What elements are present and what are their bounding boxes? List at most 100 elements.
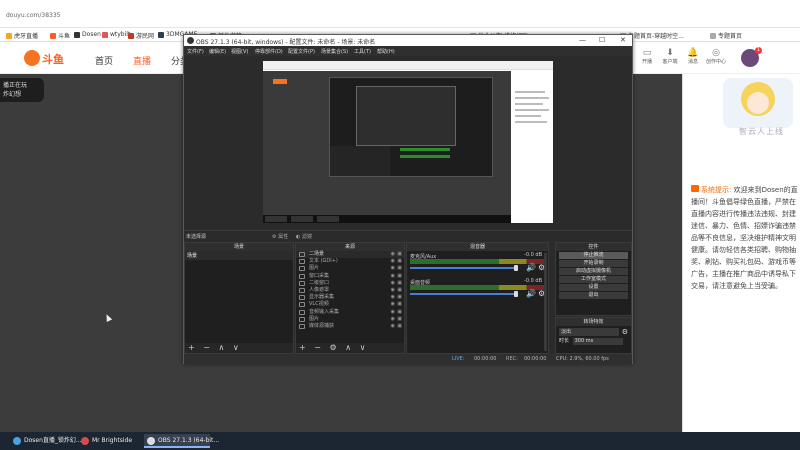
- preview-nested-inner: [356, 86, 456, 146]
- bookmark-label: 虎牙直播: [14, 33, 39, 40]
- lock-icon[interactable]: ▣: [397, 251, 402, 258]
- exit-button[interactable]: 退出: [559, 292, 628, 299]
- source-label: 音频输入采集: [309, 308, 340, 315]
- notice-title: 系统提示:: [701, 186, 732, 194]
- menu-tools[interactable]: 工具(T): [354, 48, 371, 55]
- taskbar-label: OBS 27.1.3 (64-bit...: [158, 437, 220, 444]
- duration-input[interactable]: 300 ms: [572, 338, 623, 345]
- eye-icon[interactable]: ◉: [391, 287, 395, 294]
- speaker-icon[interactable]: 🔊: [526, 289, 536, 298]
- source-label: 窗口采集: [309, 272, 330, 279]
- sources-toolbar[interactable]: + − ⚙ ∧ ∨: [296, 343, 404, 353]
- properties-button[interactable]: ⚙ 属性: [272, 233, 288, 240]
- transition-duration: 时长 300 ms: [559, 338, 628, 345]
- settings-button[interactable]: 设置: [559, 284, 628, 291]
- lock-icon[interactable]: ▣: [397, 287, 402, 294]
- menu-view[interactable]: 视图(V): [231, 48, 248, 55]
- broadcast-label: 开播: [641, 59, 652, 65]
- volume-fader-handle[interactable]: [514, 291, 518, 297]
- scenes-toolbar[interactable]: + − ∧ ∨: [185, 343, 293, 353]
- eye-icon[interactable]: ◉: [391, 294, 395, 301]
- eye-icon[interactable]: ◉: [391, 323, 395, 330]
- cpu-fps: CPU: 2.9%, 60.00 fps: [556, 356, 609, 362]
- lock-icon[interactable]: ▣: [397, 316, 402, 323]
- taskbar-item-music[interactable]: Mr Brightside: [78, 434, 142, 448]
- taskbar-item-browser[interactable]: Dosen直播_锁炸幻...: [10, 434, 82, 448]
- scenes-dock-title: 场景: [185, 243, 293, 251]
- obs-status-bar: LIVE: 00:00:00 REC: 00:00:00 CPU: 2.9%, …: [184, 354, 632, 364]
- source-item[interactable]: 图片 ◉ ▣: [296, 316, 404, 323]
- windows-taskbar: Dosen直播_锁炸幻... Mr Brightside OBS 27.1.3 …: [0, 432, 800, 450]
- bookmark-item[interactable]: 斗鱼: [50, 31, 70, 40]
- lock-icon[interactable]: ▣: [397, 294, 402, 301]
- bookmark-item[interactable]: wtybilt: [102, 31, 130, 38]
- eye-icon[interactable]: ◉: [391, 280, 395, 287]
- transition-select[interactable]: 淡出: [559, 328, 619, 336]
- broadcast-icon[interactable]: ▭ 开播: [636, 48, 658, 65]
- lock-icon[interactable]: ▣: [397, 309, 402, 316]
- volume-fader[interactable]: [410, 293, 516, 295]
- menu-file[interactable]: 文件(F): [187, 48, 204, 55]
- lock-icon[interactable]: ▣: [397, 323, 402, 330]
- menu-edit[interactable]: 编辑(E): [209, 48, 226, 55]
- bookmark-item[interactable]: Dosen: [74, 31, 101, 38]
- creator-icon[interactable]: ◎ 创作中心: [705, 48, 727, 65]
- taskbar-item-obs[interactable]: OBS 27.1.3 (64-bit...: [144, 434, 219, 448]
- start-recording-button[interactable]: 开始录制: [559, 260, 628, 267]
- source-type-icon: [299, 316, 305, 322]
- minimize-button[interactable]: —: [579, 36, 586, 44]
- filters-button[interactable]: ◐ 滤镜: [296, 233, 312, 240]
- obs-title-bar[interactable]: OBS 27.1.3 (64-bit, windows) - 配置文件: 未命名…: [184, 35, 632, 46]
- speaker-icon[interactable]: 🔊: [526, 263, 536, 272]
- lock-icon[interactable]: ▣: [397, 280, 402, 287]
- nav-home[interactable]: 首页: [95, 54, 113, 67]
- client-icon[interactable]: ⬇ 客户端: [659, 48, 681, 65]
- eye-icon[interactable]: ◉: [391, 316, 395, 323]
- close-button[interactable]: ✕: [620, 36, 626, 44]
- bookmark-item[interactable]: 虎牙直播: [6, 31, 38, 40]
- virtual-camera-button[interactable]: 启动虚拟摄像机: [559, 268, 628, 275]
- mixer-scrollbar[interactable]: [544, 253, 547, 351]
- source-item[interactable]: 二级窗口 ◉ ▣: [296, 280, 404, 287]
- obs-logo-icon: [187, 37, 194, 44]
- lock-icon[interactable]: ▣: [397, 301, 402, 308]
- source-type-icon: [299, 252, 305, 257]
- eye-icon[interactable]: ◉: [391, 273, 395, 280]
- bookmark-item[interactable]: 专题首页: [710, 31, 742, 40]
- obs-window[interactable]: OBS 27.1.3 (64-bit, windows) - 配置文件: 未命名…: [183, 34, 633, 364]
- source-item[interactable]: 窗口采集 ◉ ▣: [296, 273, 404, 280]
- user-avatar[interactable]: 1: [741, 47, 762, 67]
- eye-icon[interactable]: ◉: [391, 265, 395, 272]
- lock-icon[interactable]: ▣: [397, 273, 402, 280]
- browser-address-bar[interactable]: douyu.com/38335: [0, 0, 800, 28]
- menu-help[interactable]: 帮助(H): [377, 48, 395, 55]
- bookmark-label: 专题首页-穿越时空...: [628, 33, 684, 40]
- volume-fader[interactable]: [410, 267, 516, 269]
- lock-icon[interactable]: ▣: [397, 258, 402, 265]
- url-text[interactable]: douyu.com/38335: [6, 12, 60, 19]
- volume-fader-handle[interactable]: [514, 265, 518, 271]
- menu-profile[interactable]: 配置文件(P): [288, 48, 315, 55]
- source-item[interactable]: 音频输入采集 ◉ ▣: [296, 309, 404, 316]
- lock-icon[interactable]: ▣: [397, 265, 402, 272]
- eye-icon[interactable]: ◉: [391, 309, 395, 316]
- source-item[interactable]: VLC视频 ◉ ▣: [296, 301, 404, 308]
- eye-icon[interactable]: ◉: [391, 258, 395, 265]
- scene-item[interactable]: 场景: [185, 251, 293, 260]
- bookmark-item[interactable]: 游民网: [128, 31, 154, 40]
- stop-streaming-button[interactable]: 停止推流: [559, 252, 628, 259]
- obs-preview[interactable]: [263, 61, 553, 223]
- maximize-button[interactable]: ☐: [599, 36, 605, 44]
- menu-scene-collection[interactable]: 场景集合(S): [321, 48, 348, 55]
- site-logo[interactable]: 斗鱼: [24, 49, 68, 67]
- menu-docks[interactable]: 停靠部件(D): [255, 48, 283, 55]
- source-item[interactable]: 图片 ◉ ▣: [296, 265, 404, 272]
- message-icon[interactable]: 🔔 消息: [682, 48, 704, 65]
- gear-icon[interactable]: ⚙: [622, 328, 628, 336]
- source-item[interactable]: 媒体源捕获 ◉ ▣: [296, 323, 404, 330]
- eye-icon[interactable]: ◉: [391, 251, 395, 258]
- eye-icon[interactable]: ◉: [391, 301, 395, 308]
- sources-dock: 来源 二场景 ◉ ▣ 文本 (GDI+) ◉ ▣ 图片 ◉ ▣ 窗口采集 ◉ ▣ 二级窗口 ◉ ▣ 人像遮罩 ◉…: [295, 242, 405, 354]
- nav-live[interactable]: 直播: [133, 54, 151, 67]
- studio-mode-button[interactable]: 工作室模式: [559, 276, 628, 283]
